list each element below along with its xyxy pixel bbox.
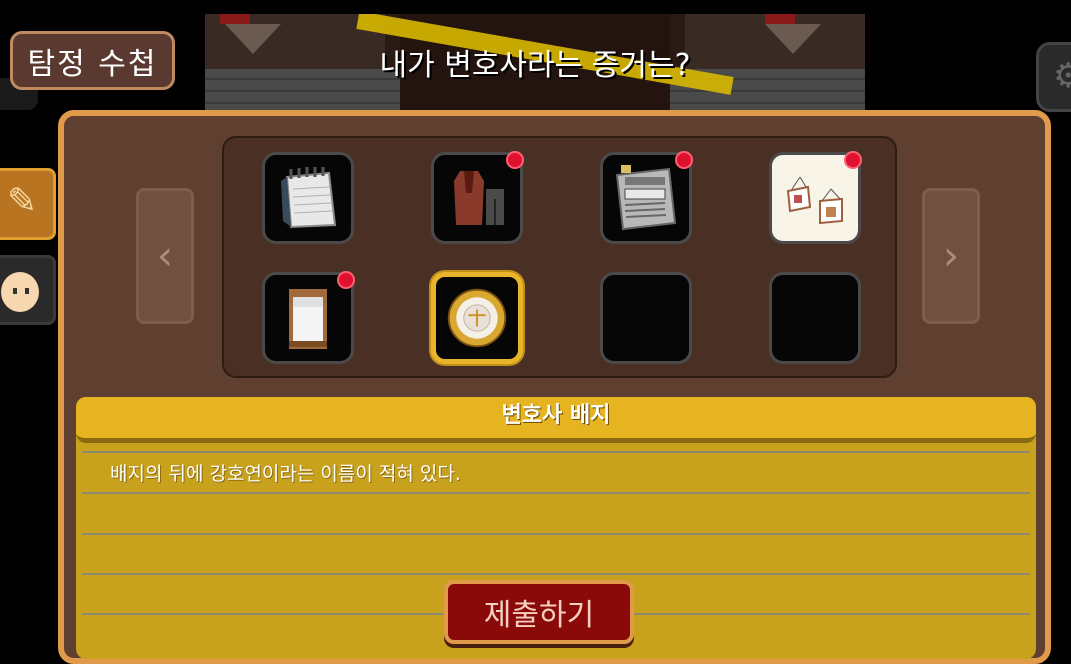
scene-lamp	[220, 14, 250, 24]
settings-button[interactable]: ⚙	[1036, 42, 1071, 112]
evidence-slot-lawyer-badge[interactable]	[431, 272, 523, 364]
item-description-text: 배지의 뒤에 강호연이라는 이름이 적혀 있다.	[110, 463, 461, 485]
new-badge	[506, 151, 524, 169]
question-title: 내가 변호사라는 증거는?	[379, 48, 691, 83]
next-page-button[interactable]: ›	[922, 188, 980, 324]
prev-page-button[interactable]: ‹	[136, 188, 194, 324]
side-tab-evidence[interactable]: ✎	[0, 168, 56, 240]
character-face-icon	[1, 272, 39, 312]
quill-icon: ✎	[7, 181, 38, 222]
side-tab-characters[interactable]	[0, 255, 56, 325]
evidence-slot-bed[interactable]	[262, 271, 355, 364]
evidence-grid	[222, 136, 897, 378]
scene-lamp	[765, 14, 795, 24]
evidence-slot-newspaper[interactable]	[600, 151, 693, 244]
coat-and-pants-icon	[454, 171, 504, 225]
frames-icon	[786, 176, 843, 225]
submit-button-label: 제출하기	[483, 598, 595, 633]
notepad-icon	[281, 167, 337, 229]
new-badge	[675, 151, 693, 169]
new-badge	[844, 151, 862, 169]
new-badge	[337, 271, 355, 289]
notebook-tab[interactable]: 탐정 수첩	[10, 31, 175, 90]
chevron-left-icon: ‹	[157, 233, 173, 279]
submit-button[interactable]: 제출하기	[444, 580, 634, 644]
ruled-line	[82, 451, 1030, 453]
evidence-slot-frames[interactable]	[769, 151, 862, 244]
evidence-slot-notepad[interactable]	[262, 152, 354, 244]
evidence-slot-empty[interactable]	[769, 272, 861, 364]
evidence-slot-empty[interactable]	[600, 272, 692, 364]
ruled-line	[82, 573, 1030, 575]
chevron-right-icon: ›	[943, 233, 959, 279]
notebook-tab-label: 탐정 수첩	[27, 46, 158, 82]
newspaper-icon	[615, 165, 677, 231]
gear-icon: ⚙	[1053, 56, 1071, 96]
item-title: 변호사 배지	[76, 397, 1036, 443]
evidence-slot-coat[interactable]	[431, 151, 524, 244]
lawyer-badge-icon	[447, 288, 507, 348]
bed-icon	[289, 289, 327, 349]
scene-light-cone	[765, 24, 821, 54]
ruled-line	[82, 533, 1030, 535]
scene-light-cone	[225, 24, 281, 54]
evidence-panel: ‹ › 변호사 배지 배지의 뒤에 강호연이라는 이름이 적혀 있다. 제출하기	[58, 110, 1051, 664]
ruled-line	[82, 492, 1030, 494]
